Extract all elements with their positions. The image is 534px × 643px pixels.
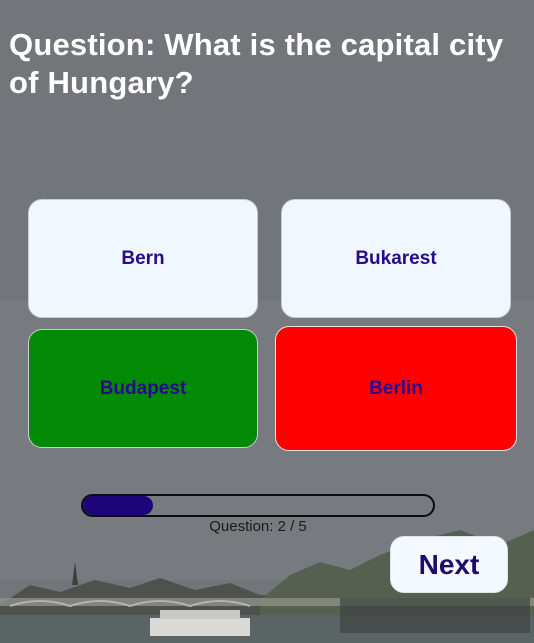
progress-bar	[81, 494, 435, 517]
answer-label: Bern	[121, 247, 165, 269]
answer-label: Berlin	[369, 377, 423, 399]
answer-label: Bukarest	[355, 247, 437, 269]
answer-option-bern[interactable]: Bern	[28, 199, 258, 318]
next-button[interactable]: Next	[390, 536, 508, 593]
answer-option-bukarest[interactable]: Bukarest	[281, 199, 511, 318]
answer-option-berlin[interactable]: Berlin	[275, 326, 517, 451]
question-counter: Question: 2 / 5	[209, 518, 307, 535]
answer-option-budapest[interactable]: Budapest	[28, 329, 258, 448]
question-title: Question: What is the capital city of Hu…	[9, 27, 504, 100]
progress-bar-fill	[83, 496, 153, 515]
answer-label: Budapest	[99, 377, 187, 399]
